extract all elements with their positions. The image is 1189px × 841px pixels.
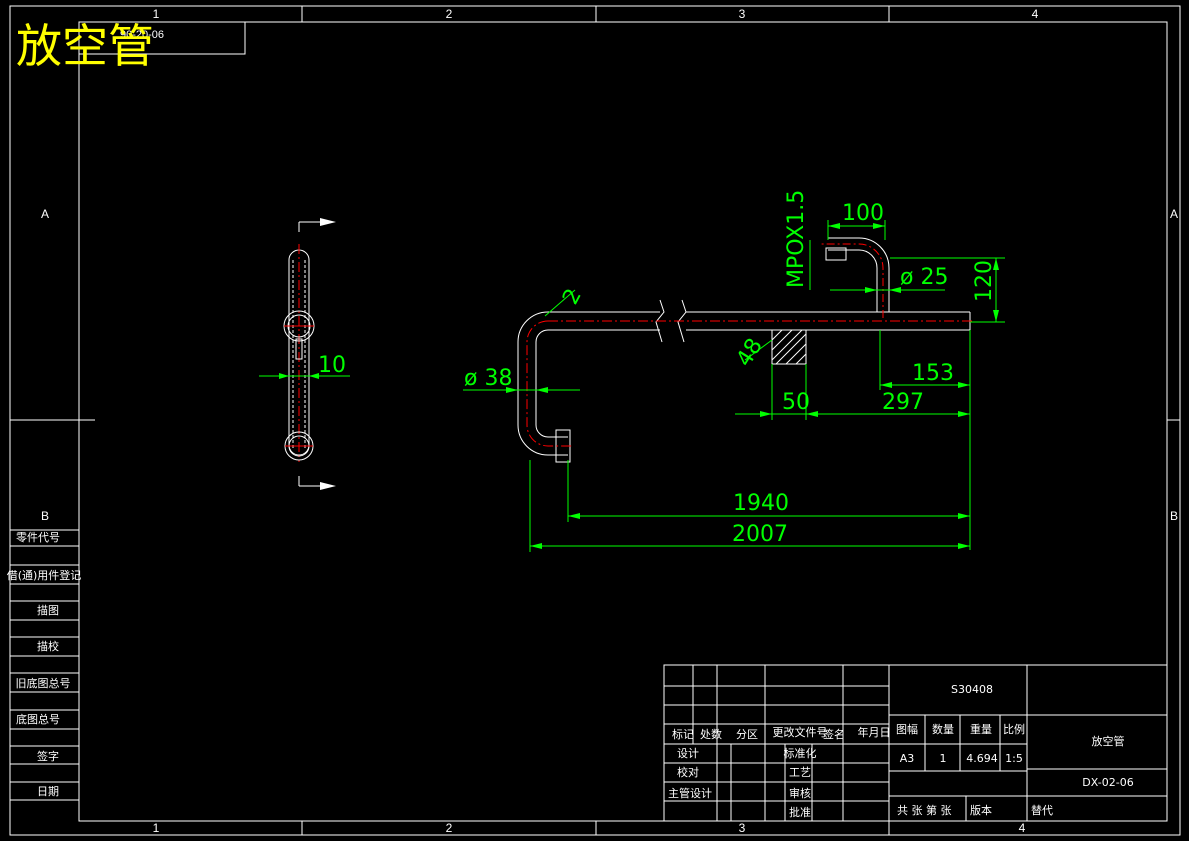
side-label-trace: 描图 [37,603,59,617]
side-label-borrowed: 借(通)用件登记 [7,568,82,582]
header-zone: 分区 [736,728,758,741]
dim-10: 10 [318,353,346,378]
header-change-doc: 更改文件号 [773,725,828,739]
label-approve: 批准 [789,805,811,819]
label-review: 审核 [789,786,811,800]
zone-row-a-left: A [41,207,49,221]
side-label-signature: 签字 [37,749,59,763]
zone-col-3-top: 3 [739,7,746,21]
dim-dia38: ø 38 [464,366,512,391]
info-value-size: A3 [900,752,915,765]
version-label: 版本 [970,803,992,817]
info-value-qty: 1 [940,752,947,765]
info-header-size: 图幅 [896,723,918,736]
zone-col-4-bottom: 4 [1019,821,1026,835]
label-check: 校对 [677,765,699,779]
header-sign: 签名 [823,727,845,741]
header-date: 年月日 [858,725,891,739]
replace-label: 替代 [1031,803,1053,817]
zone-row-b-left: B [41,509,49,523]
dim-dia25: ø 25 [900,265,948,290]
label-design: 设计 [677,747,699,760]
big-title: 放空管 [16,19,154,73]
label-standardization: 标准化 [784,746,817,760]
side-label-date: 日期 [37,785,59,798]
zone-col-1-bottom: 1 [153,821,160,835]
info-header-scale: 比例 [1003,722,1025,736]
side-label-part-code: 零件代号 [16,531,60,544]
dim-120: 120 [972,260,997,302]
sheet-count: 共 张 第 张 [897,803,952,817]
label-process: 工艺 [789,766,811,779]
info-header-weight: 重量 [970,722,992,736]
dim-mpo: MPOX1.5 [784,190,809,288]
zone-col-2-top: 2 [446,7,453,21]
info-header-qty: 数量 [932,723,954,736]
zone-col-3-bottom: 3 [739,821,746,835]
drawing-sheet: 1 2 3 4 1 2 3 4 A B A B 90-20-06 放空管 零件代… [0,0,1189,841]
part-name: 放空管 [1092,734,1125,748]
info-value-weight: 4.694 [966,752,998,765]
dim-2007: 2007 [732,522,788,547]
zone-col-2-bottom: 2 [446,821,453,835]
dim-50: 50 [782,390,810,415]
dim-1940: 1940 [733,491,789,516]
header-mark: 标记 [672,727,694,741]
material-text: S30408 [951,683,993,696]
header-count: 处数 [700,728,722,741]
info-value-scale: 1:5 [1005,752,1023,765]
zone-col-4-top: 4 [1032,7,1039,21]
label-chief-design: 主管设计 [668,786,712,800]
side-label-base-no: 底图总号 [16,712,60,726]
drawing-number: DX-02-06 [1082,776,1133,789]
dim-100: 100 [842,201,884,226]
side-label-trace-check: 描校 [37,639,59,653]
side-label-old-base-no: 旧底图总号 [16,676,71,690]
zone-row-a-right: A [1170,207,1178,221]
dim-153: 153 [912,361,954,386]
dim-297: 297 [882,390,924,415]
zone-row-b-right: B [1170,509,1178,523]
